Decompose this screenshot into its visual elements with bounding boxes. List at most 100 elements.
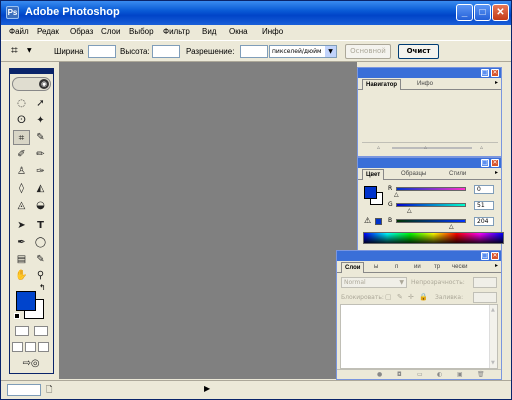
minimize-button[interactable]: _: [456, 4, 473, 21]
status-menu-arrow-icon[interactable]: ▶: [204, 384, 210, 393]
lock-image-icon[interactable]: ✎: [397, 293, 403, 301]
color-close-icon[interactable]: ✕: [491, 159, 499, 167]
resolution-unit-select[interactable]: пикселей/дюйм ▼: [269, 45, 337, 58]
color-minimize-icon[interactable]: □: [481, 159, 489, 167]
layers-panel-header[interactable]: □ ✕: [337, 251, 501, 261]
channel-r-value[interactable]: 0: [474, 185, 494, 194]
eraser-tool-icon[interactable]: ◊: [13, 181, 30, 196]
menu-view[interactable]: Вид: [202, 27, 216, 36]
healing-brush-tool-icon[interactable]: ✐: [13, 147, 30, 162]
eyedropper-tool-icon[interactable]: ✎: [32, 252, 49, 267]
tab-paths[interactable]: п: [392, 262, 401, 273]
dodge-tool-icon[interactable]: ◒: [32, 198, 49, 213]
lock-all-icon[interactable]: 🔒: [419, 293, 428, 301]
channel-b-slider[interactable]: [396, 219, 466, 223]
menu-select[interactable]: Выбор: [129, 27, 154, 36]
channel-b-value[interactable]: 204: [474, 217, 494, 226]
tab-layers[interactable]: Слои: [341, 262, 365, 273]
paint-bucket-tool-icon[interactable]: ◭: [32, 181, 49, 196]
menu-layers[interactable]: Слои: [101, 27, 120, 36]
navigator-minimize-icon[interactable]: □: [481, 69, 489, 77]
clone-stamp-tool-icon[interactable]: ♙: [13, 164, 30, 179]
slice-tool-icon[interactable]: ✎: [32, 130, 49, 145]
lock-position-icon[interactable]: ✛: [408, 293, 414, 301]
color-panel-menu-arrow-icon[interactable]: ▸: [495, 169, 498, 176]
screen-mode-standard-button[interactable]: [12, 342, 23, 352]
menu-image[interactable]: Образ: [70, 27, 93, 36]
magic-wand-tool-icon[interactable]: ✦: [32, 113, 49, 128]
width-field[interactable]: [88, 45, 116, 58]
marquee-tool-icon[interactable]: ◌: [13, 96, 30, 111]
tab-navigator[interactable]: Навигатор: [362, 79, 402, 90]
foreground-color-swatch[interactable]: [16, 291, 36, 311]
layer-style-icon[interactable]: ●: [377, 371, 382, 378]
standard-mode-button[interactable]: [15, 326, 29, 336]
default-colors-icon[interactable]: [14, 313, 20, 319]
brush-tool-icon[interactable]: ✏: [32, 147, 49, 162]
color-spectrum-ramp[interactable]: [363, 232, 504, 244]
opacity-field[interactable]: [473, 277, 497, 288]
menu-filter[interactable]: Фильтр: [163, 27, 190, 36]
zoom-slider-handle-icon[interactable]: ▵: [424, 144, 427, 151]
layers-close-icon[interactable]: ✕: [491, 252, 499, 260]
type-tool-icon[interactable]: T: [32, 218, 49, 233]
navigator-panel-header[interactable]: □ ✕: [358, 68, 501, 78]
gamut-color-swatch[interactable]: [375, 218, 382, 225]
tab-swatches[interactable]: Образцы: [398, 169, 429, 180]
fill-field[interactable]: [473, 292, 497, 303]
menu-help[interactable]: Инфо: [262, 27, 283, 36]
title-bar[interactable]: Ps Adobe Photoshop _ □ ✕: [1, 1, 511, 25]
lasso-tool-icon[interactable]: ⵙ: [13, 113, 30, 128]
crop-tool-preset-icon[interactable]: ⌗: [11, 43, 18, 58]
zoom-out-icon[interactable]: ▵: [377, 144, 380, 151]
menu-window[interactable]: Окна: [229, 27, 248, 36]
crop-tool-icon[interactable]: ⌗: [13, 130, 30, 145]
tab-styles[interactable]: Стили: [446, 169, 469, 180]
lock-transparency-icon[interactable]: ▢: [385, 293, 392, 301]
layers-panel-menu-arrow-icon[interactable]: ▸: [495, 262, 498, 269]
tab-actions[interactable]: тр: [431, 262, 443, 273]
adjustment-layer-icon[interactable]: ◐: [437, 371, 442, 378]
channel-r-slider[interactable]: [396, 187, 466, 191]
tab-channels[interactable]: ы: [371, 262, 381, 273]
delete-layer-icon[interactable]: 🗑: [477, 371, 485, 378]
document-icon[interactable]: 🗋: [46, 384, 52, 398]
blend-mode-select[interactable]: Normal ▼: [341, 277, 407, 288]
color-panel-header[interactable]: □ ✕: [358, 158, 501, 168]
tab-history[interactable]: ии: [411, 262, 424, 273]
pen-tool-icon[interactable]: ✒: [13, 235, 30, 250]
zoom-level-field[interactable]: [7, 384, 41, 396]
layers-scrollbar[interactable]: ▲ ▼: [489, 305, 497, 368]
height-field[interactable]: [152, 45, 180, 58]
toolbox-header[interactable]: [10, 69, 53, 74]
path-selection-tool-icon[interactable]: ➤: [13, 218, 30, 233]
swap-colors-icon[interactable]: ↰: [39, 283, 46, 292]
channel-r-handle-icon[interactable]: △: [394, 191, 399, 198]
screen-mode-full-menu-button[interactable]: [25, 342, 36, 352]
channel-g-handle-icon[interactable]: △: [407, 207, 412, 214]
gamut-warning-icon[interactable]: ⚠: [364, 216, 371, 225]
screen-mode-full-button[interactable]: [38, 342, 49, 352]
layers-list[interactable]: ▲ ▼: [340, 304, 498, 369]
preset-dropdown-arrow-icon[interactable]: ▼: [27, 47, 32, 54]
hand-tool-icon[interactable]: ✋: [13, 268, 30, 283]
channel-g-value[interactable]: 51: [474, 201, 494, 210]
tab-tool-presets[interactable]: чески: [449, 262, 470, 273]
scroll-down-icon[interactable]: ▼: [491, 360, 495, 366]
notes-tool-icon[interactable]: ▤: [13, 252, 30, 267]
tab-color[interactable]: Цвет: [362, 169, 385, 180]
close-button[interactable]: ✕: [492, 4, 509, 21]
blur-tool-icon[interactable]: ◬: [13, 198, 30, 213]
panel-menu-arrow-icon[interactable]: ▸: [495, 79, 498, 86]
quick-mask-mode-button[interactable]: [34, 326, 48, 336]
color-foreground-swatch[interactable]: [364, 186, 377, 199]
layer-set-icon[interactable]: ▭: [417, 371, 423, 378]
tab-info[interactable]: Инфо: [414, 79, 436, 90]
layers-minimize-icon[interactable]: □: [481, 252, 489, 260]
jump-to-imageready-icon[interactable]: ⇨◎: [14, 356, 48, 371]
zoom-slider[interactable]: [392, 147, 472, 149]
clear-button[interactable]: Очист: [398, 44, 439, 59]
resolution-field[interactable]: [240, 45, 268, 58]
scroll-up-icon[interactable]: ▲: [491, 307, 495, 313]
menu-edit[interactable]: Редак: [37, 27, 59, 36]
